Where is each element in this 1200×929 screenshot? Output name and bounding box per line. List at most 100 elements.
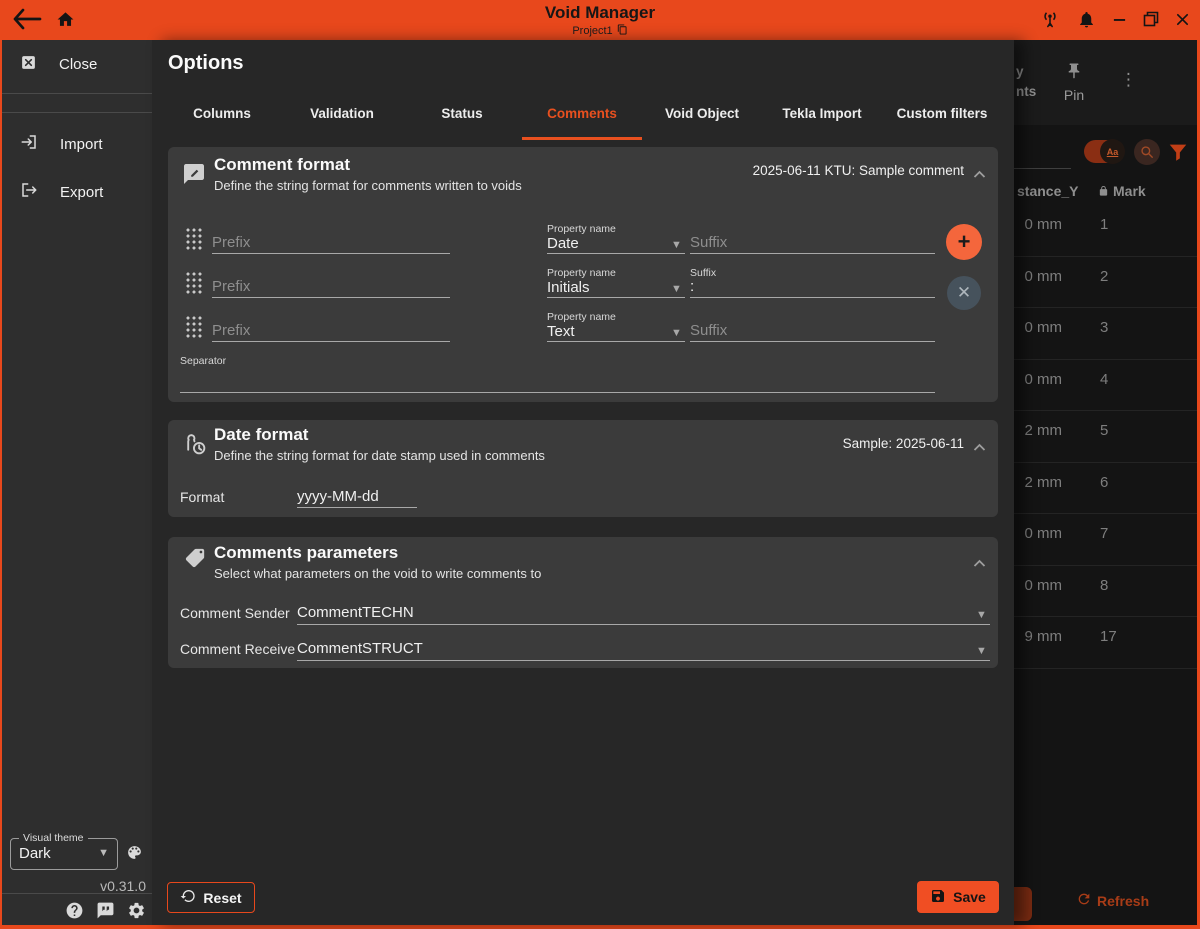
save-button[interactable]: Save bbox=[917, 881, 999, 913]
chevron-down-icon[interactable]: ▼ bbox=[976, 645, 987, 657]
suffix-input[interactable] bbox=[690, 320, 935, 342]
copy-icon[interactable] bbox=[617, 24, 628, 38]
refresh-button[interactable]: Refresh bbox=[1076, 891, 1149, 910]
sidebar-export-button[interactable]: Export bbox=[20, 180, 103, 204]
help-icon[interactable] bbox=[65, 901, 84, 925]
wrench-clock-icon bbox=[183, 432, 208, 462]
comments-parameters-card: Comments parameters Select what paramete… bbox=[168, 537, 998, 668]
comment-receive-label: Comment Receive bbox=[180, 641, 295, 657]
table-row[interactable]: 2 mm5 bbox=[1014, 411, 1197, 463]
chevron-down-icon[interactable]: ▼ bbox=[671, 283, 682, 295]
tab-void-object[interactable]: Void Object bbox=[642, 92, 762, 140]
date-format-input[interactable] bbox=[297, 486, 417, 508]
home-icon[interactable] bbox=[56, 10, 75, 29]
prefix-input[interactable] bbox=[212, 276, 450, 298]
separator-label: Separator bbox=[180, 355, 226, 367]
settings-gear-icon[interactable] bbox=[127, 901, 146, 925]
suffix-input[interactable] bbox=[690, 232, 935, 254]
table-row[interactable]: 0 mm3 bbox=[1014, 308, 1197, 360]
tab-columns[interactable]: Columns bbox=[162, 92, 282, 140]
section-title: Comments parameters bbox=[214, 543, 398, 563]
visual-theme-select[interactable]: Visual theme Dark ▼ bbox=[10, 838, 118, 870]
case-sensitive-toggle[interactable]: Aa bbox=[1084, 140, 1124, 163]
separator-input[interactable] bbox=[180, 371, 935, 393]
column-mark-header[interactable]: Mark bbox=[1098, 183, 1146, 199]
import-icon bbox=[20, 133, 38, 155]
comment-sender-label: Comment Sender bbox=[180, 605, 290, 621]
tag-icon bbox=[184, 547, 206, 574]
sidebar-export-label: Export bbox=[60, 184, 103, 201]
table-row[interactable]: 0 mm1 bbox=[1014, 205, 1197, 257]
chevron-down-icon: ▼ bbox=[98, 847, 109, 859]
underline bbox=[297, 624, 990, 625]
table-row[interactable]: 0 mm7 bbox=[1014, 514, 1197, 566]
underline bbox=[297, 660, 990, 661]
pin-label: Pin bbox=[1052, 87, 1096, 103]
comment-format-card: Comment format Define the string format … bbox=[168, 147, 998, 402]
suffix-input[interactable] bbox=[690, 276, 935, 298]
options-panel: Options Columns Validation Status Commen… bbox=[152, 40, 1014, 925]
property-select-value[interactable]: Initials bbox=[547, 279, 590, 296]
visual-theme-value: Dark bbox=[19, 845, 51, 862]
palette-icon[interactable] bbox=[126, 844, 143, 866]
drag-handle-icon[interactable] bbox=[185, 227, 202, 250]
chevron-down-icon[interactable]: ▼ bbox=[976, 609, 987, 621]
feedback-chat-icon[interactable] bbox=[96, 901, 115, 925]
table-row[interactable]: 0 mm8 bbox=[1014, 566, 1197, 618]
close-window-icon[interactable] bbox=[1175, 12, 1190, 27]
prefix-input[interactable] bbox=[212, 320, 450, 342]
lock-icon bbox=[1098, 185, 1109, 197]
search-underline bbox=[1014, 168, 1071, 169]
toggle-knob: Aa bbox=[1100, 139, 1125, 164]
kebab-menu-icon[interactable]: ⋮ bbox=[1120, 70, 1137, 90]
minimize-icon[interactable] bbox=[1112, 12, 1127, 27]
table-body: 0 mm1 0 mm2 0 mm3 0 mm4 2 mm5 2 mm6 0 mm… bbox=[1014, 205, 1197, 669]
tab-validation[interactable]: Validation bbox=[282, 92, 402, 140]
section-subtitle: Define the string format for date stamp … bbox=[214, 448, 545, 463]
table-row[interactable]: 0 mm4 bbox=[1014, 360, 1197, 412]
broadcast-icon[interactable] bbox=[1039, 8, 1061, 30]
collapse-chevron-icon[interactable] bbox=[973, 439, 986, 457]
add-row-button[interactable]: + bbox=[946, 224, 982, 260]
reset-label: Reset bbox=[203, 890, 241, 906]
date-sample-text: Sample: 2025-06-11 bbox=[843, 436, 964, 451]
titlebar: Void Manager Project1 bbox=[0, 0, 1200, 40]
reset-button[interactable]: Reset bbox=[167, 882, 255, 913]
comment-sender-value[interactable]: CommentTECHN bbox=[297, 604, 414, 621]
table-row[interactable]: 9 mm17 bbox=[1014, 617, 1197, 669]
sidebar-close-button[interactable]: Close bbox=[20, 52, 97, 76]
remove-row-button[interactable]: ✕ bbox=[947, 276, 981, 310]
drag-handle-icon[interactable] bbox=[185, 271, 202, 294]
back-arrow-icon[interactable] bbox=[10, 7, 42, 31]
tab-comments[interactable]: Comments bbox=[522, 92, 642, 140]
options-tabs: Columns Validation Status Comments Void … bbox=[162, 92, 1002, 140]
divider bbox=[2, 112, 152, 113]
chevron-down-icon[interactable]: ▼ bbox=[671, 327, 682, 339]
tab-status[interactable]: Status bbox=[402, 92, 522, 140]
divider bbox=[2, 893, 152, 894]
property-select-value[interactable]: Text bbox=[547, 323, 575, 340]
restore-window-icon[interactable] bbox=[1143, 11, 1159, 27]
property-select-value[interactable]: Date bbox=[547, 235, 579, 252]
table-row[interactable]: 0 mm2 bbox=[1014, 257, 1197, 309]
notifications-bell-icon[interactable] bbox=[1077, 10, 1096, 29]
refresh-icon bbox=[1076, 891, 1092, 910]
tab-custom-filters[interactable]: Custom filters bbox=[882, 92, 1002, 140]
prefix-input[interactable] bbox=[212, 232, 450, 254]
chevron-down-icon[interactable]: ▼ bbox=[671, 239, 682, 251]
collapse-chevron-icon[interactable] bbox=[973, 555, 986, 573]
search-icon[interactable] bbox=[1134, 139, 1160, 165]
tab-tekla-import[interactable]: Tekla Import bbox=[762, 92, 882, 140]
refresh-label: Refresh bbox=[1097, 893, 1149, 909]
clipped-action-button[interactable] bbox=[1014, 887, 1032, 921]
comment-receive-value[interactable]: CommentSTRUCT bbox=[297, 640, 423, 657]
sidebar-import-button[interactable]: Import bbox=[20, 132, 103, 156]
format-label: Format bbox=[180, 489, 224, 505]
drag-handle-icon[interactable] bbox=[185, 315, 202, 338]
pin-button[interactable]: Pin bbox=[1052, 62, 1096, 103]
collapse-chevron-icon[interactable] bbox=[973, 166, 986, 184]
filter-icon[interactable] bbox=[1167, 141, 1189, 168]
column-distance-header[interactable]: stance_Y bbox=[1017, 183, 1078, 199]
divider bbox=[2, 93, 152, 94]
table-row[interactable]: 2 mm6 bbox=[1014, 463, 1197, 515]
